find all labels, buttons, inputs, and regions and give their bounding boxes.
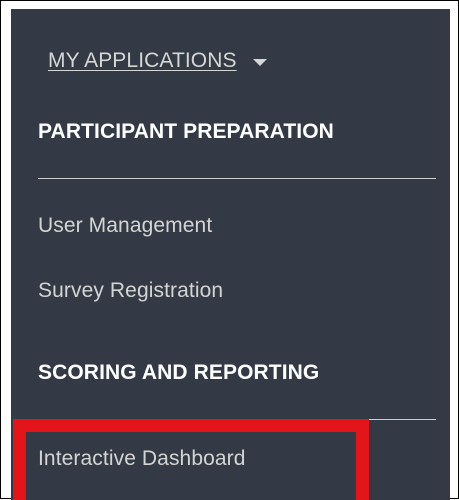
my-applications-dropdown[interactable]: MY APPLICATIONS: [48, 45, 267, 77]
my-applications-label: MY APPLICATIONS: [48, 49, 237, 72]
menu-item-interactive-dashboard[interactable]: Interactive Dashboard: [38, 447, 246, 471]
screenshot-frame: MY APPLICATIONS PARTICIPANT PREPARATION …: [0, 0, 459, 500]
menu-item-survey-registration[interactable]: Survey Registration: [38, 279, 223, 303]
section-heading-scoring-and-reporting: SCORING AND REPORTING: [38, 361, 320, 384]
section-heading-participant-preparation: PARTICIPANT PREPARATION: [38, 120, 334, 143]
menu-item-user-management[interactable]: User Management: [38, 214, 212, 238]
section-divider: [38, 178, 436, 179]
chevron-down-icon: [252, 58, 267, 66]
